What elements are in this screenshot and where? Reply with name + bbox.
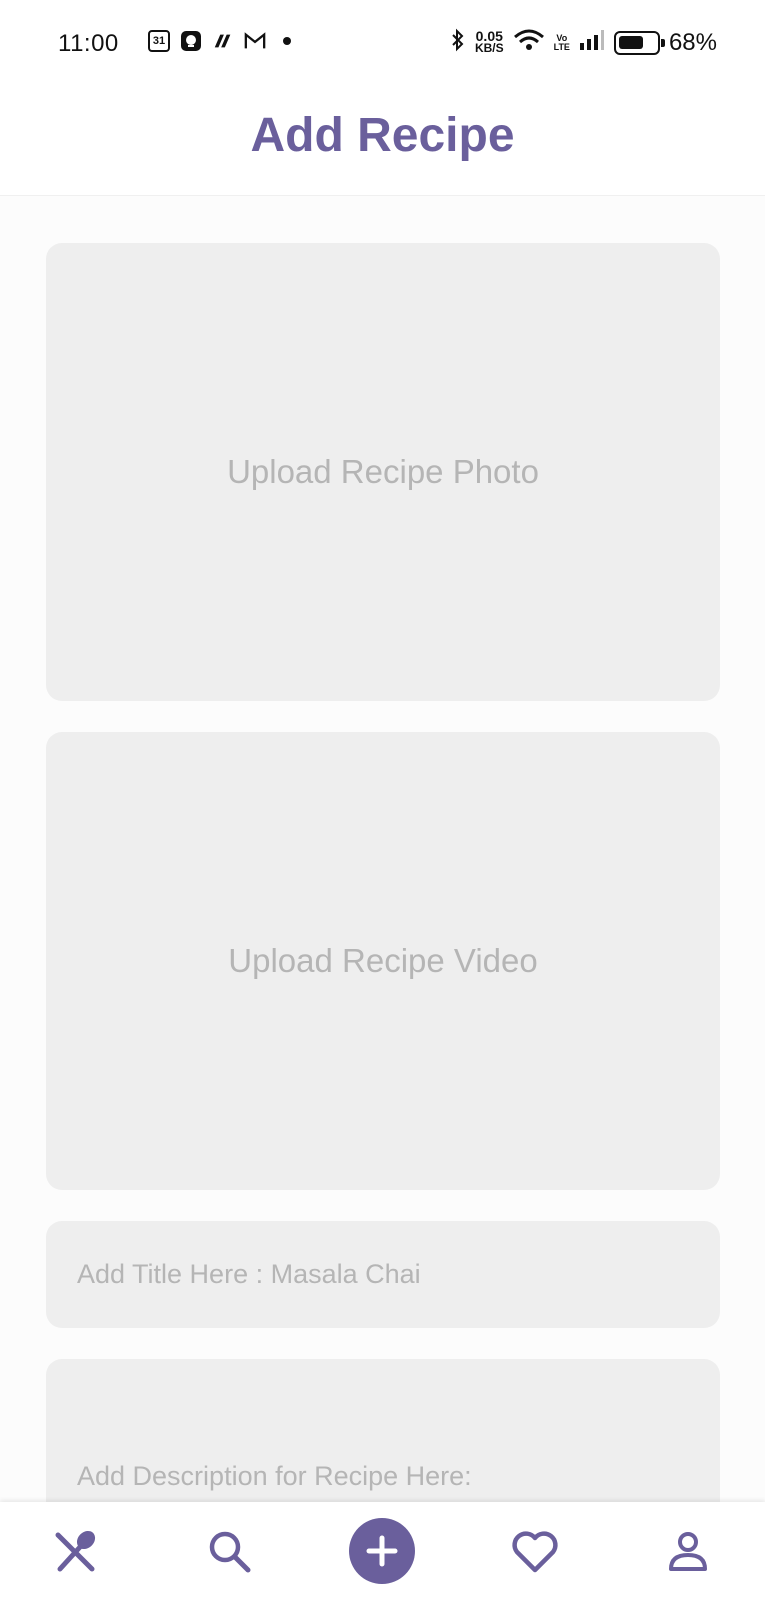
bottom-navigation xyxy=(0,1502,765,1600)
add-recipe-screen: 11:00 31 0.05 KB/S Vo LTE 68% Add Recipe… xyxy=(0,0,765,1600)
battery-percent: 68% xyxy=(668,28,717,56)
app-header: Add Recipe xyxy=(0,88,765,196)
upload-video-label: Upload Recipe Video xyxy=(228,942,538,979)
nav-home[interactable] xyxy=(36,1502,116,1600)
upload-video-button[interactable]: Upload Recipe Video xyxy=(46,732,720,1190)
nav-favorites[interactable] xyxy=(495,1502,575,1600)
search-icon xyxy=(206,1528,252,1574)
upload-photo-button[interactable]: Upload Recipe Photo xyxy=(46,243,720,701)
nav-profile[interactable] xyxy=(648,1502,728,1600)
system-icons: 0.05 KB/S Vo LTE 68% xyxy=(450,28,717,57)
plus-icon xyxy=(365,1534,399,1568)
nav-search[interactable] xyxy=(189,1502,269,1600)
status-bar: 11:00 31 0.05 KB/S Vo LTE 68% xyxy=(0,0,765,88)
net-speed: 0.05 KB/S xyxy=(474,29,504,55)
recipe-description-placeholder: Add Description for Recipe Here: xyxy=(77,1461,472,1491)
bluetooth-icon xyxy=(450,28,466,57)
page-title: Add Recipe xyxy=(250,109,515,162)
notification-app-icon xyxy=(180,30,202,52)
heart-icon xyxy=(510,1528,560,1574)
battery-icon xyxy=(613,30,665,55)
recipe-form: Upload Recipe Photo Upload Recipe Video … xyxy=(46,243,720,1559)
calendar-icon: 31 xyxy=(148,30,170,52)
signal-icon xyxy=(579,29,605,56)
upload-photo-label: Upload Recipe Photo xyxy=(227,453,539,490)
recipe-title-placeholder: Add Title Here : Masala Chai xyxy=(77,1259,421,1289)
wifi-icon xyxy=(513,28,545,57)
gmail-icon xyxy=(244,30,266,52)
add-recipe-fab xyxy=(349,1518,415,1584)
nav-add[interactable] xyxy=(342,1502,422,1600)
notification-icons: 31 xyxy=(148,30,298,52)
user-icon xyxy=(666,1529,710,1573)
status-time: 11:00 xyxy=(58,30,119,57)
battery-fill xyxy=(618,35,643,49)
volte-bottom: LTE xyxy=(553,41,570,52)
volte-icon: Vo LTE xyxy=(553,33,570,52)
more-notifications-dot xyxy=(276,30,298,52)
recipe-title-input[interactable]: Add Title Here : Masala Chai xyxy=(46,1221,720,1328)
utensils-icon xyxy=(52,1527,100,1575)
messaging-app-icon xyxy=(212,30,234,52)
net-speed-unit: KB/S xyxy=(474,41,504,55)
